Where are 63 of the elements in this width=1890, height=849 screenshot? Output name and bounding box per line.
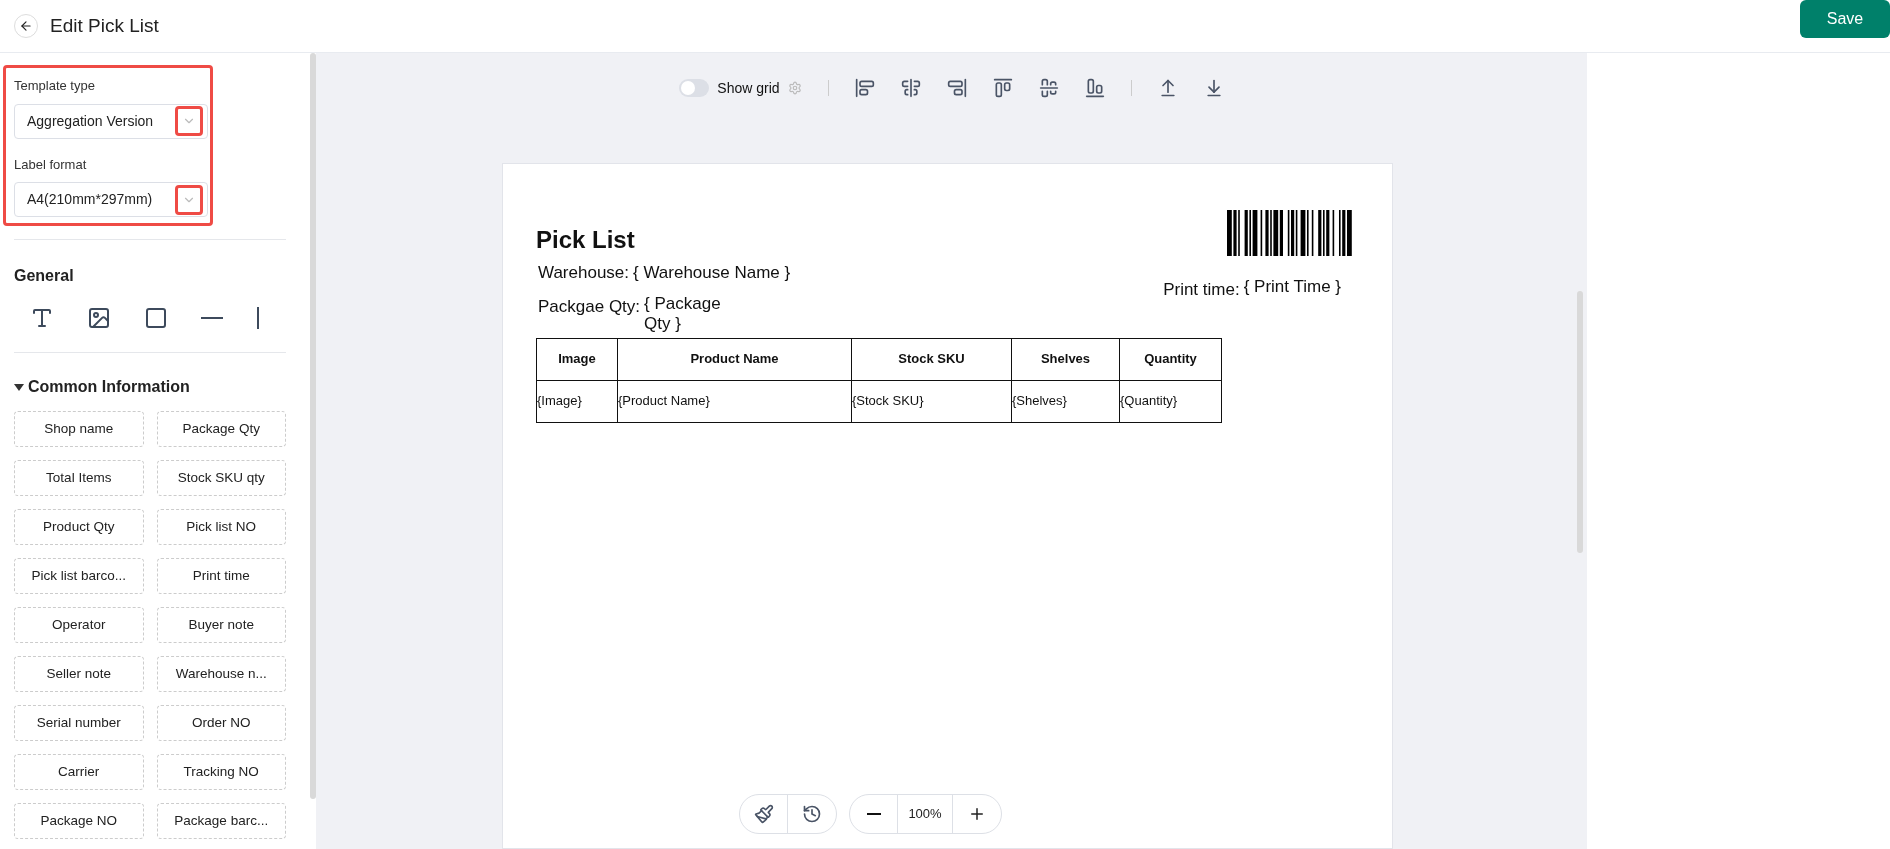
field-label: Warehouse: bbox=[538, 262, 630, 284]
column-header: Stock SKU bbox=[851, 338, 1012, 380]
toggle-label: Show grid bbox=[717, 78, 780, 98]
chevron-icon bbox=[175, 184, 203, 215]
align-left-icon[interactable] bbox=[854, 78, 875, 98]
select-field[interactable]: A4(210mm*297mm) bbox=[14, 182, 208, 217]
field-chip[interactable]: Package barc... bbox=[156, 803, 286, 839]
field-label: Packgae Qty: bbox=[538, 295, 641, 318]
field-chip[interactable]: Seller note bbox=[14, 656, 144, 692]
column-header: Image bbox=[536, 338, 618, 380]
field-chip[interactable]: Package NO bbox=[14, 803, 144, 839]
page-title: Edit Pick List bbox=[50, 13, 159, 38]
align-top-icon[interactable] bbox=[992, 78, 1013, 98]
field-chip[interactable]: Product Qty bbox=[14, 509, 144, 545]
rectangle-tool-icon[interactable] bbox=[144, 306, 168, 330]
history-icon bbox=[802, 804, 822, 824]
field-chip[interactable]: Pick list NO bbox=[156, 509, 286, 545]
column-header: Shelves bbox=[1011, 338, 1120, 380]
field-chip[interactable]: Pick list barco... bbox=[14, 558, 144, 594]
chevron-icon bbox=[175, 106, 203, 136]
plus-icon bbox=[968, 805, 986, 823]
image-tool-icon[interactable] bbox=[87, 306, 112, 330]
zoom-level: 100% bbox=[898, 795, 953, 833]
section-toggle[interactable]: Common Information bbox=[14, 375, 286, 399]
column-header: Product Name bbox=[617, 338, 852, 380]
template-variable: { Warehouse Name } bbox=[633, 262, 791, 284]
field-chip[interactable]: Buyer note bbox=[156, 607, 286, 643]
field-chip[interactable]: Warehouse n... bbox=[156, 656, 286, 692]
field-chip[interactable]: Stock SKU qty bbox=[156, 460, 286, 496]
horizontal-line-tool-icon[interactable] bbox=[200, 317, 223, 319]
table-cell: {Shelves} bbox=[1011, 380, 1120, 422]
brush-icon bbox=[753, 804, 774, 824]
template-variable: { Print Time } bbox=[1243, 276, 1341, 298]
template-variable: { Package Qty } bbox=[644, 293, 722, 334]
scrollbar[interactable] bbox=[1577, 291, 1583, 553]
document-title: Pick List bbox=[536, 225, 636, 255]
table-cell: {Quantity} bbox=[1119, 380, 1222, 422]
field-chip[interactable]: Tracking NO bbox=[156, 754, 286, 790]
table-cell: {Stock SKU} bbox=[851, 380, 1012, 422]
field-label: Label format bbox=[14, 155, 88, 174]
field-chip[interactable]: Total Items bbox=[14, 460, 144, 496]
align-right-icon[interactable] bbox=[946, 78, 967, 98]
align-bottom-icon[interactable] bbox=[1084, 78, 1105, 98]
section-title: General bbox=[14, 266, 75, 286]
table-cell: {Image} bbox=[536, 380, 618, 422]
field-chip[interactable]: Print time bbox=[156, 558, 286, 594]
field-chip[interactable]: Serial number bbox=[14, 705, 144, 741]
table-cell: {Product Name} bbox=[617, 380, 852, 422]
save-button[interactable]: Save bbox=[1800, 0, 1890, 38]
column-header: Quantity bbox=[1119, 338, 1222, 380]
align-center-icon[interactable] bbox=[900, 78, 921, 98]
field-chip[interactable]: Shop name bbox=[14, 411, 144, 447]
field-chip[interactable]: Order NO bbox=[156, 705, 286, 741]
field-chip[interactable]: Package Qty bbox=[156, 411, 286, 447]
align-middle-icon[interactable] bbox=[1038, 78, 1059, 98]
field-label: Print time: bbox=[1163, 279, 1240, 301]
field-chip[interactable]: Operator bbox=[14, 607, 144, 643]
minus-icon bbox=[866, 813, 881, 815]
select-field[interactable]: Aggregation Version bbox=[14, 103, 208, 139]
toggle-switch[interactable] bbox=[679, 79, 710, 97]
field-label: Template type bbox=[14, 77, 96, 95]
field-chip[interactable]: Carrier bbox=[14, 754, 144, 790]
scrollbar[interactable] bbox=[310, 53, 316, 799]
